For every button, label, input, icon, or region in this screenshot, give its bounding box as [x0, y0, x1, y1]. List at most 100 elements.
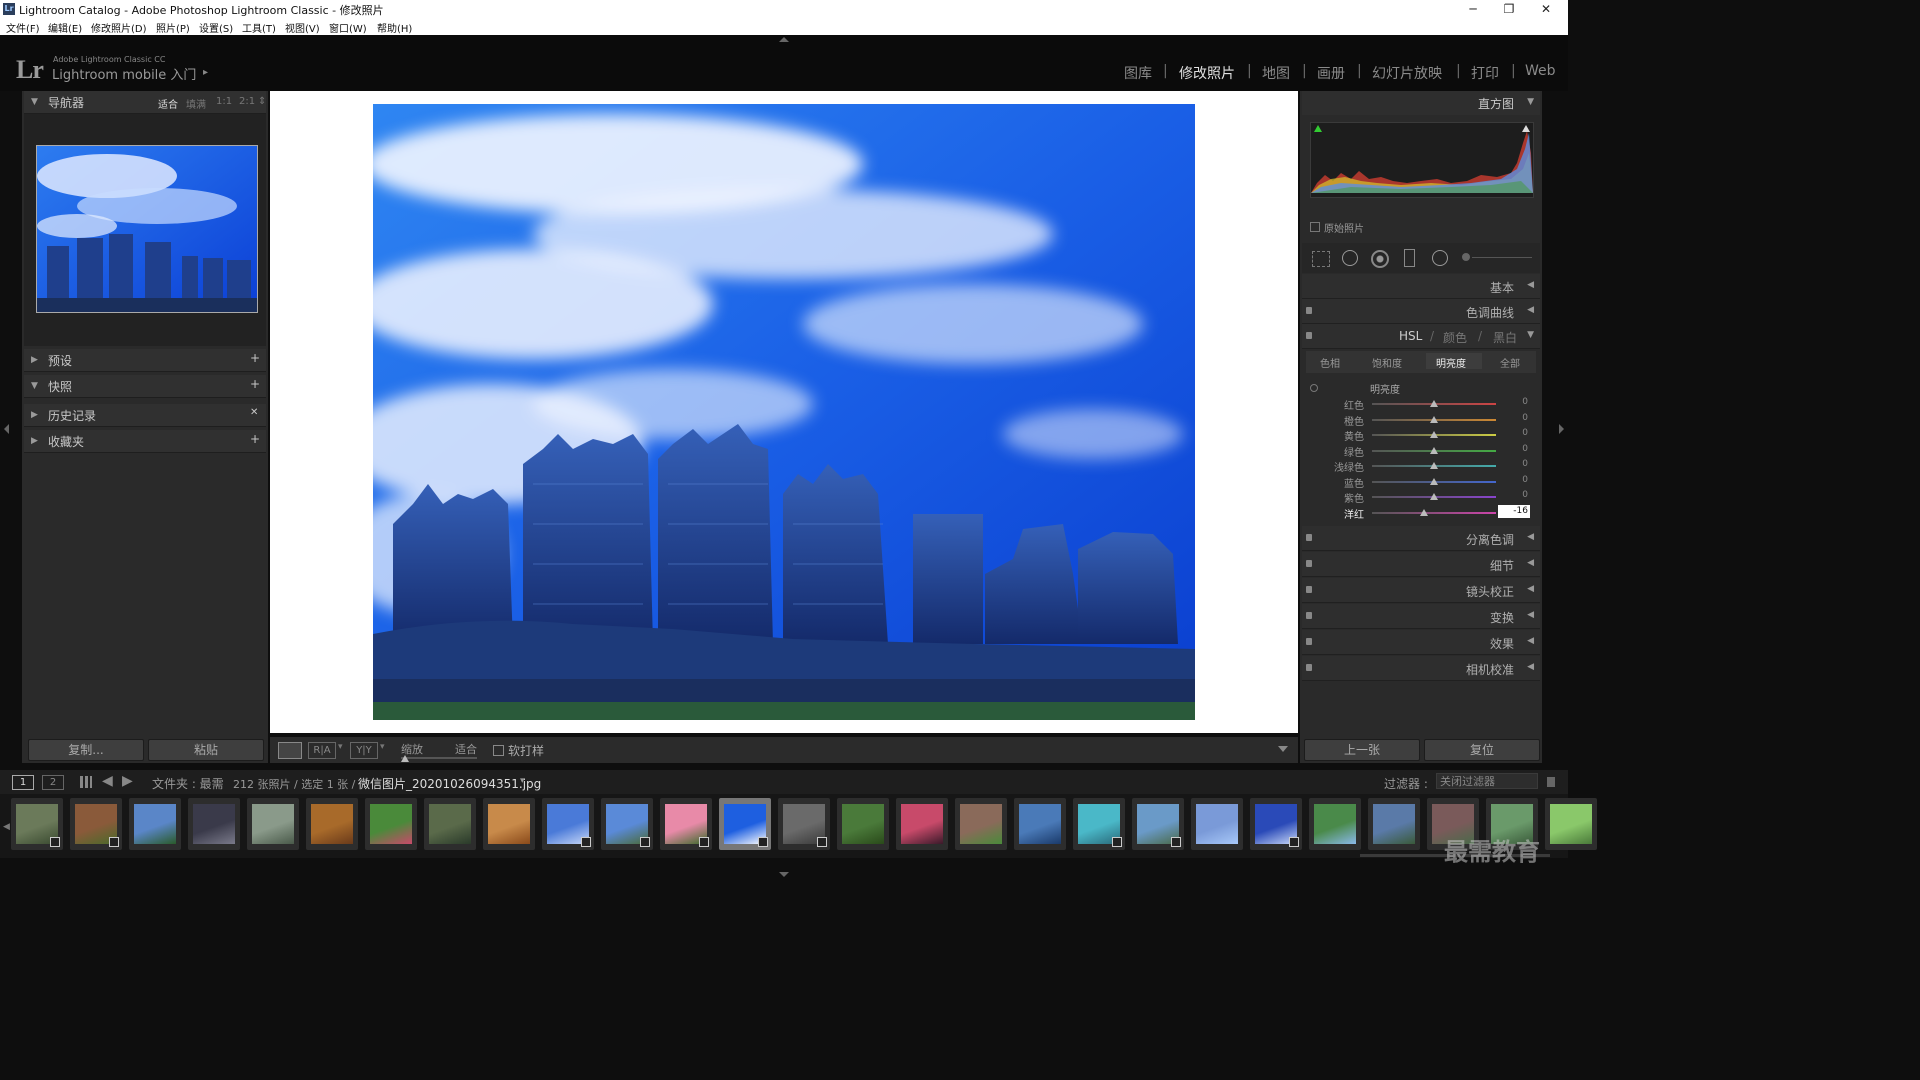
grid-icon[interactable]: [80, 776, 92, 788]
hsl-slider-knob[interactable]: [1430, 462, 1438, 469]
hsl-slider-knob[interactable]: [1430, 446, 1438, 454]
spot-removal-icon[interactable]: [1342, 250, 1358, 266]
current-filename[interactable]: 微信图片_20201026094351.jpg: [358, 775, 541, 792]
tone-curve-header[interactable]: 色调曲线 ◀: [1302, 299, 1540, 324]
left-panel-toggle-icon[interactable]: [4, 424, 9, 434]
filmstrip-thumbnail[interactable]: [70, 798, 122, 850]
brush-icon[interactable]: [1462, 253, 1470, 261]
before-after-tb-icon[interactable]: Y|Y: [350, 742, 378, 759]
red-eye-icon[interactable]: [1371, 250, 1389, 268]
menu-edit[interactable]: 编辑(E): [48, 20, 82, 35]
hsl-slider-knob[interactable]: [1430, 493, 1438, 500]
basic-header[interactable]: 基本 ◀: [1302, 274, 1540, 299]
panel-switch-icon[interactable]: [1306, 534, 1312, 541]
menu-file[interactable]: 文件(F): [6, 20, 40, 35]
scroll-left-icon[interactable]: ◀: [3, 822, 10, 832]
source-folder[interactable]: 文件夹 : 最需: [152, 775, 224, 792]
detail-header[interactable]: 细节 ◀: [1302, 552, 1540, 577]
expand-triangle-icon[interactable]: ▶: [31, 436, 38, 446]
highlight-clipping-icon[interactable]: [1522, 125, 1530, 132]
image-canvas[interactable]: [270, 91, 1298, 733]
filmstrip-thumbnail[interactable]: [1191, 798, 1243, 850]
maximize-icon[interactable]: ❐: [1491, 0, 1527, 18]
expand-triangle-icon[interactable]: ▶: [31, 410, 38, 420]
menu-window[interactable]: 窗口(W): [329, 20, 367, 35]
right-panel-toggle-icon[interactable]: [1559, 424, 1564, 434]
zoom-slider-knob[interactable]: [401, 755, 409, 762]
all-subtab[interactable]: 全部: [1500, 355, 1520, 370]
main-photo[interactable]: [373, 104, 1195, 720]
zoom-fill[interactable]: 填满: [186, 96, 206, 111]
navigator-header[interactable]: ▼ 导航器 适合 填满 1:1 2:1 ⇕: [24, 91, 266, 114]
mobile-get-started[interactable]: Lightroom mobile 入门: [52, 64, 196, 83]
module-library[interactable]: 图库: [1124, 63, 1152, 83]
module-web[interactable]: Web: [1525, 63, 1556, 79]
shadow-clipping-icon[interactable]: [1314, 125, 1322, 132]
filter-lock-icon[interactable]: [1547, 777, 1555, 787]
clear-history-icon[interactable]: ✕: [250, 407, 258, 418]
panel-switch-icon[interactable]: [1306, 664, 1312, 671]
filmstrip-thumbnail[interactable]: [837, 798, 889, 850]
calibration-header[interactable]: 相机校准 ◀: [1302, 656, 1540, 681]
snapshots-header[interactable]: ▼ 快照 +: [24, 375, 266, 398]
filmstrip-thumbnail[interactable]: [955, 798, 1007, 850]
zoom-more-icon[interactable]: ⇕: [258, 96, 266, 107]
filmstrip-thumbnail[interactable]: [1073, 798, 1125, 850]
hsl-row-value[interactable]: -16: [1498, 504, 1530, 518]
expand-triangle-icon[interactable]: ◀: [1527, 610, 1534, 620]
panel-switch-icon[interactable]: [1306, 332, 1312, 339]
panel-switch-icon[interactable]: [1306, 612, 1312, 619]
bottom-panel-toggle-icon[interactable]: [779, 872, 789, 877]
expand-triangle-icon[interactable]: ▶: [31, 355, 38, 365]
presets-header[interactable]: ▶ 预设 +: [24, 349, 266, 372]
expand-triangle-icon[interactable]: ◀: [1527, 305, 1534, 315]
histogram[interactable]: [1310, 122, 1534, 198]
reset-button[interactable]: 复位: [1424, 739, 1540, 761]
loupe-view-icon[interactable]: [278, 742, 302, 759]
graduated-filter-icon[interactable]: [1404, 249, 1415, 267]
effects-header[interactable]: 效果 ◀: [1302, 630, 1540, 655]
filmstrip-thumbnail[interactable]: [1545, 798, 1597, 850]
filmstrip-thumbnail[interactable]: [306, 798, 358, 850]
hsl-slider-knob[interactable]: [1430, 400, 1438, 407]
navigator-thumbnail[interactable]: [36, 145, 258, 313]
histogram-header[interactable]: 直方图 ▼: [1302, 91, 1540, 115]
split-toning-header[interactable]: 分离色调 ◀: [1302, 526, 1540, 551]
collapse-triangle-icon[interactable]: ▼: [1527, 97, 1534, 107]
panel-switch-icon[interactable]: [1306, 638, 1312, 645]
collapse-triangle-icon[interactable]: ▼: [1527, 330, 1534, 340]
zoom-fit[interactable]: 适合: [158, 96, 178, 111]
filmstrip-thumbnail[interactable]: [247, 798, 299, 850]
add-collection-icon[interactable]: +: [250, 432, 260, 446]
paste-settings-button[interactable]: 粘贴: [148, 739, 264, 761]
collapse-triangle-icon[interactable]: ▼: [31, 381, 38, 391]
menu-develop[interactable]: 修改照片(D): [91, 20, 147, 35]
menu-help[interactable]: 帮助(H): [377, 20, 412, 35]
add-preset-icon[interactable]: +: [250, 351, 260, 365]
filmstrip-thumbnail[interactable]: [365, 798, 417, 850]
filmstrip-thumbnail[interactable]: [896, 798, 948, 850]
filmstrip-thumbnail[interactable]: [1250, 798, 1302, 850]
lens-correction-header[interactable]: 镜头校正 ◀: [1302, 578, 1540, 603]
original-photo-checkbox[interactable]: [1310, 222, 1320, 232]
bw-tab[interactable]: 黑白: [1493, 329, 1517, 346]
soft-proof-checkbox[interactable]: [493, 745, 504, 756]
expand-triangle-icon[interactable]: ◀: [1527, 636, 1534, 646]
forward-arrow-icon[interactable]: ▶: [122, 773, 133, 789]
transform-header[interactable]: 变换 ◀: [1302, 604, 1540, 629]
collections-header[interactable]: ▶ 收藏夹 +: [24, 430, 266, 453]
hue-subtab[interactable]: 色相: [1320, 355, 1340, 370]
menu-tools[interactable]: 工具(T): [242, 20, 276, 35]
collapse-triangle-icon[interactable]: ▼: [31, 97, 38, 107]
dropdown-arrow-icon[interactable]: ▾: [338, 742, 343, 752]
color-tab[interactable]: 颜色: [1443, 329, 1467, 346]
zoom-2-1[interactable]: 2:1: [239, 96, 255, 107]
module-book[interactable]: 画册: [1317, 63, 1345, 83]
filmstrip-thumbnail[interactable]: [719, 798, 771, 850]
module-print[interactable]: 打印: [1471, 63, 1499, 83]
filmstrip-thumbnail[interactable]: [188, 798, 240, 850]
expand-triangle-icon[interactable]: ◀: [1527, 662, 1534, 672]
module-map[interactable]: 地图: [1262, 63, 1290, 83]
zoom-slider[interactable]: [401, 757, 477, 759]
zoom-1-1[interactable]: 1:1: [216, 96, 232, 107]
